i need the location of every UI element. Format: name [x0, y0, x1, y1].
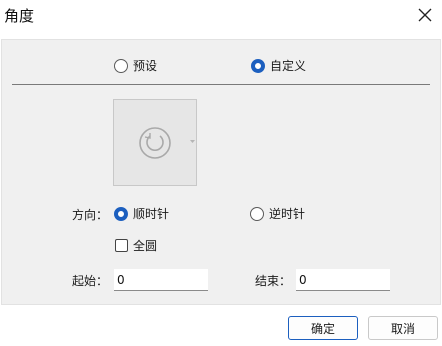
cancel-button[interactable]: 取消: [368, 316, 438, 340]
full-circle-label: 全圆: [133, 239, 158, 253]
clockwise-radio[interactable]: 顺时针: [114, 205, 169, 222]
end-angle-input[interactable]: [296, 269, 390, 291]
clockwise-radio-label: 顺时针: [133, 207, 170, 221]
custom-radio-label: 自定义: [270, 59, 307, 73]
counterclockwise-radio[interactable]: 逆时针: [250, 205, 305, 222]
close-button[interactable]: [414, 4, 436, 26]
angle-preview: [113, 99, 197, 186]
custom-radio[interactable]: 自定义: [251, 57, 306, 74]
close-icon: [418, 8, 432, 22]
end-label: 结束：: [255, 274, 292, 288]
full-circle-checkbox[interactable]: 全圆: [115, 237, 157, 254]
mode-divider: [12, 84, 430, 85]
start-angle-input[interactable]: [114, 269, 208, 291]
counterclockwise-radio-label: 逆时针: [269, 207, 306, 221]
dialog-title: 角度: [4, 7, 35, 25]
preset-radio-circle[interactable]: [114, 58, 128, 73]
preset-radio[interactable]: 预设: [114, 57, 157, 74]
ok-button[interactable]: 确定: [288, 316, 358, 340]
direction-label: 方向：: [72, 208, 109, 222]
custom-radio-circle[interactable]: [251, 58, 265, 73]
angle-settings-panel: 预设 自定义 方向： 顺时针 逆时针 全圆 起始： 结束：: [1, 39, 441, 305]
preset-radio-label: 预设: [133, 59, 158, 73]
start-label: 起始：: [72, 274, 109, 288]
full-circle-checkbox-box[interactable]: [115, 239, 128, 252]
title-bar: 角度: [0, 0, 442, 30]
counterclockwise-radio-circle[interactable]: [250, 206, 264, 221]
rotate-clockwise-icon: [139, 127, 195, 159]
clockwise-radio-circle[interactable]: [114, 206, 128, 221]
